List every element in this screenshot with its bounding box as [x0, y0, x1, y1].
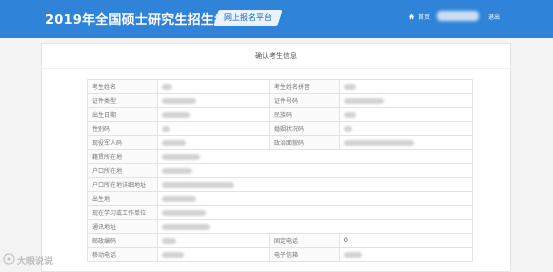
- field-value: [157, 163, 473, 178]
- field-value: [157, 79, 270, 94]
- redacted-value: [344, 125, 352, 132]
- field-value: [157, 191, 473, 206]
- home-icon: [408, 13, 415, 20]
- field-label: 户口所在地: [87, 163, 158, 178]
- redacted-value: [162, 111, 190, 118]
- field-label: 证件号码: [269, 93, 340, 108]
- redacted-value: [344, 97, 384, 104]
- redacted-value: [162, 209, 206, 216]
- table-row: 户口所在地详细地址: [87, 177, 473, 192]
- field-value: [339, 247, 473, 262]
- field-value: [157, 205, 473, 220]
- field-label: 籍贯所在地: [87, 149, 158, 164]
- redacted-value: [162, 167, 192, 174]
- home-link[interactable]: 首页: [408, 12, 430, 21]
- portal-badge-label: 网上报名平台: [224, 13, 272, 22]
- table-row: 现在学习或工作单位: [87, 205, 473, 220]
- field-label: 通讯地址: [87, 219, 158, 234]
- redacted-value: [344, 251, 362, 258]
- field-label: 邮政编码: [87, 233, 158, 248]
- field-value: [157, 247, 270, 262]
- watermark-text: 大眼说说: [17, 257, 54, 267]
- redacted-value: [162, 83, 172, 90]
- field-label: 户口所在地详细地址: [87, 177, 158, 192]
- table-row: 考生姓名 考生姓名拼音: [87, 79, 473, 94]
- field-value: [339, 79, 473, 94]
- field-label: 考生姓名拼音: [269, 79, 340, 94]
- field-value: [339, 93, 473, 108]
- portal-badge: 网上报名平台: [213, 10, 283, 26]
- redacted-value: [162, 97, 196, 104]
- field-label: 婚姻状况码: [269, 121, 340, 136]
- field-label: 电子信箱: [269, 247, 340, 262]
- redacted-value: [162, 237, 176, 244]
- table-row: 户口所在地: [87, 163, 473, 178]
- table-row: 邮政编码 固定电话 0: [87, 233, 473, 248]
- field-value: [157, 93, 270, 108]
- table-row: 现役军人码 政治面貌码: [87, 135, 473, 150]
- field-value: [339, 135, 473, 150]
- field-value: [157, 107, 270, 122]
- redacted-value: [162, 223, 210, 230]
- field-value-text: 0: [344, 237, 348, 244]
- field-label: 性别码: [87, 121, 158, 136]
- confirm-info-panel: 确认考生信息 考生姓名 考生姓名拼音证件类型 证件号码出生日期 民族码性别码 婚姻状况码…: [41, 43, 511, 272]
- field-label: 固定电话: [269, 233, 340, 248]
- redacted-value: [162, 153, 200, 160]
- table-row: 出生日期 民族码: [87, 107, 473, 122]
- field-value: [157, 233, 270, 248]
- redacted-value: [162, 139, 186, 146]
- redacted-value: [162, 251, 184, 258]
- watermark: 大眼说说: [3, 253, 53, 268]
- panel-title: 确认考生信息: [42, 44, 510, 69]
- candidate-info-table: 考生姓名 考生姓名拼音证件类型 证件号码出生日期 民族码性别码 婚姻状况码现役军人码 政治…: [87, 79, 473, 262]
- field-label: 移动电话: [87, 247, 158, 262]
- field-value: [339, 121, 473, 136]
- field-label: 考生姓名: [87, 79, 158, 94]
- field-value: [157, 177, 473, 192]
- field-value: 0: [339, 233, 473, 248]
- site-title: 2019年全国硕士研究生招生考试: [45, 13, 241, 28]
- table-row: 籍贯所在地: [87, 149, 473, 164]
- field-value: [157, 149, 473, 164]
- table-row: 性别码 婚姻状况码: [87, 121, 473, 136]
- field-label: 政治面貌码: [269, 135, 340, 150]
- table-row: 移动电话 电子信箱: [87, 247, 473, 262]
- redacted-value: [344, 83, 356, 90]
- redacted-value: [162, 181, 234, 188]
- table-row: 出生地: [87, 191, 473, 206]
- table-row: 证件类型 证件号码: [87, 93, 473, 108]
- field-label: 出生日期: [87, 107, 158, 122]
- field-value: [339, 107, 473, 122]
- redacted-value: [344, 139, 414, 146]
- top-banner: 2019年全国硕士研究生招生考试 网上报名平台 首页 退出: [0, 0, 553, 38]
- redacted-value: [162, 125, 170, 132]
- field-value: [157, 121, 270, 136]
- field-label: 现在学习或工作单位: [87, 205, 158, 220]
- field-value: [157, 219, 473, 234]
- watermark-icon: [3, 253, 15, 268]
- user-name-redacted: [437, 11, 479, 21]
- logout-link[interactable]: 退出: [488, 12, 500, 21]
- table-row: 通讯地址: [87, 219, 473, 234]
- field-label: 民族码: [269, 107, 340, 122]
- field-label: 现役军人码: [87, 135, 158, 150]
- home-link-label: 首页: [418, 14, 431, 21]
- redacted-value: [344, 111, 356, 118]
- field-label: 证件类型: [87, 93, 158, 108]
- field-value: [157, 135, 270, 150]
- field-label: 出生地: [87, 191, 158, 206]
- redacted-value: [162, 195, 196, 202]
